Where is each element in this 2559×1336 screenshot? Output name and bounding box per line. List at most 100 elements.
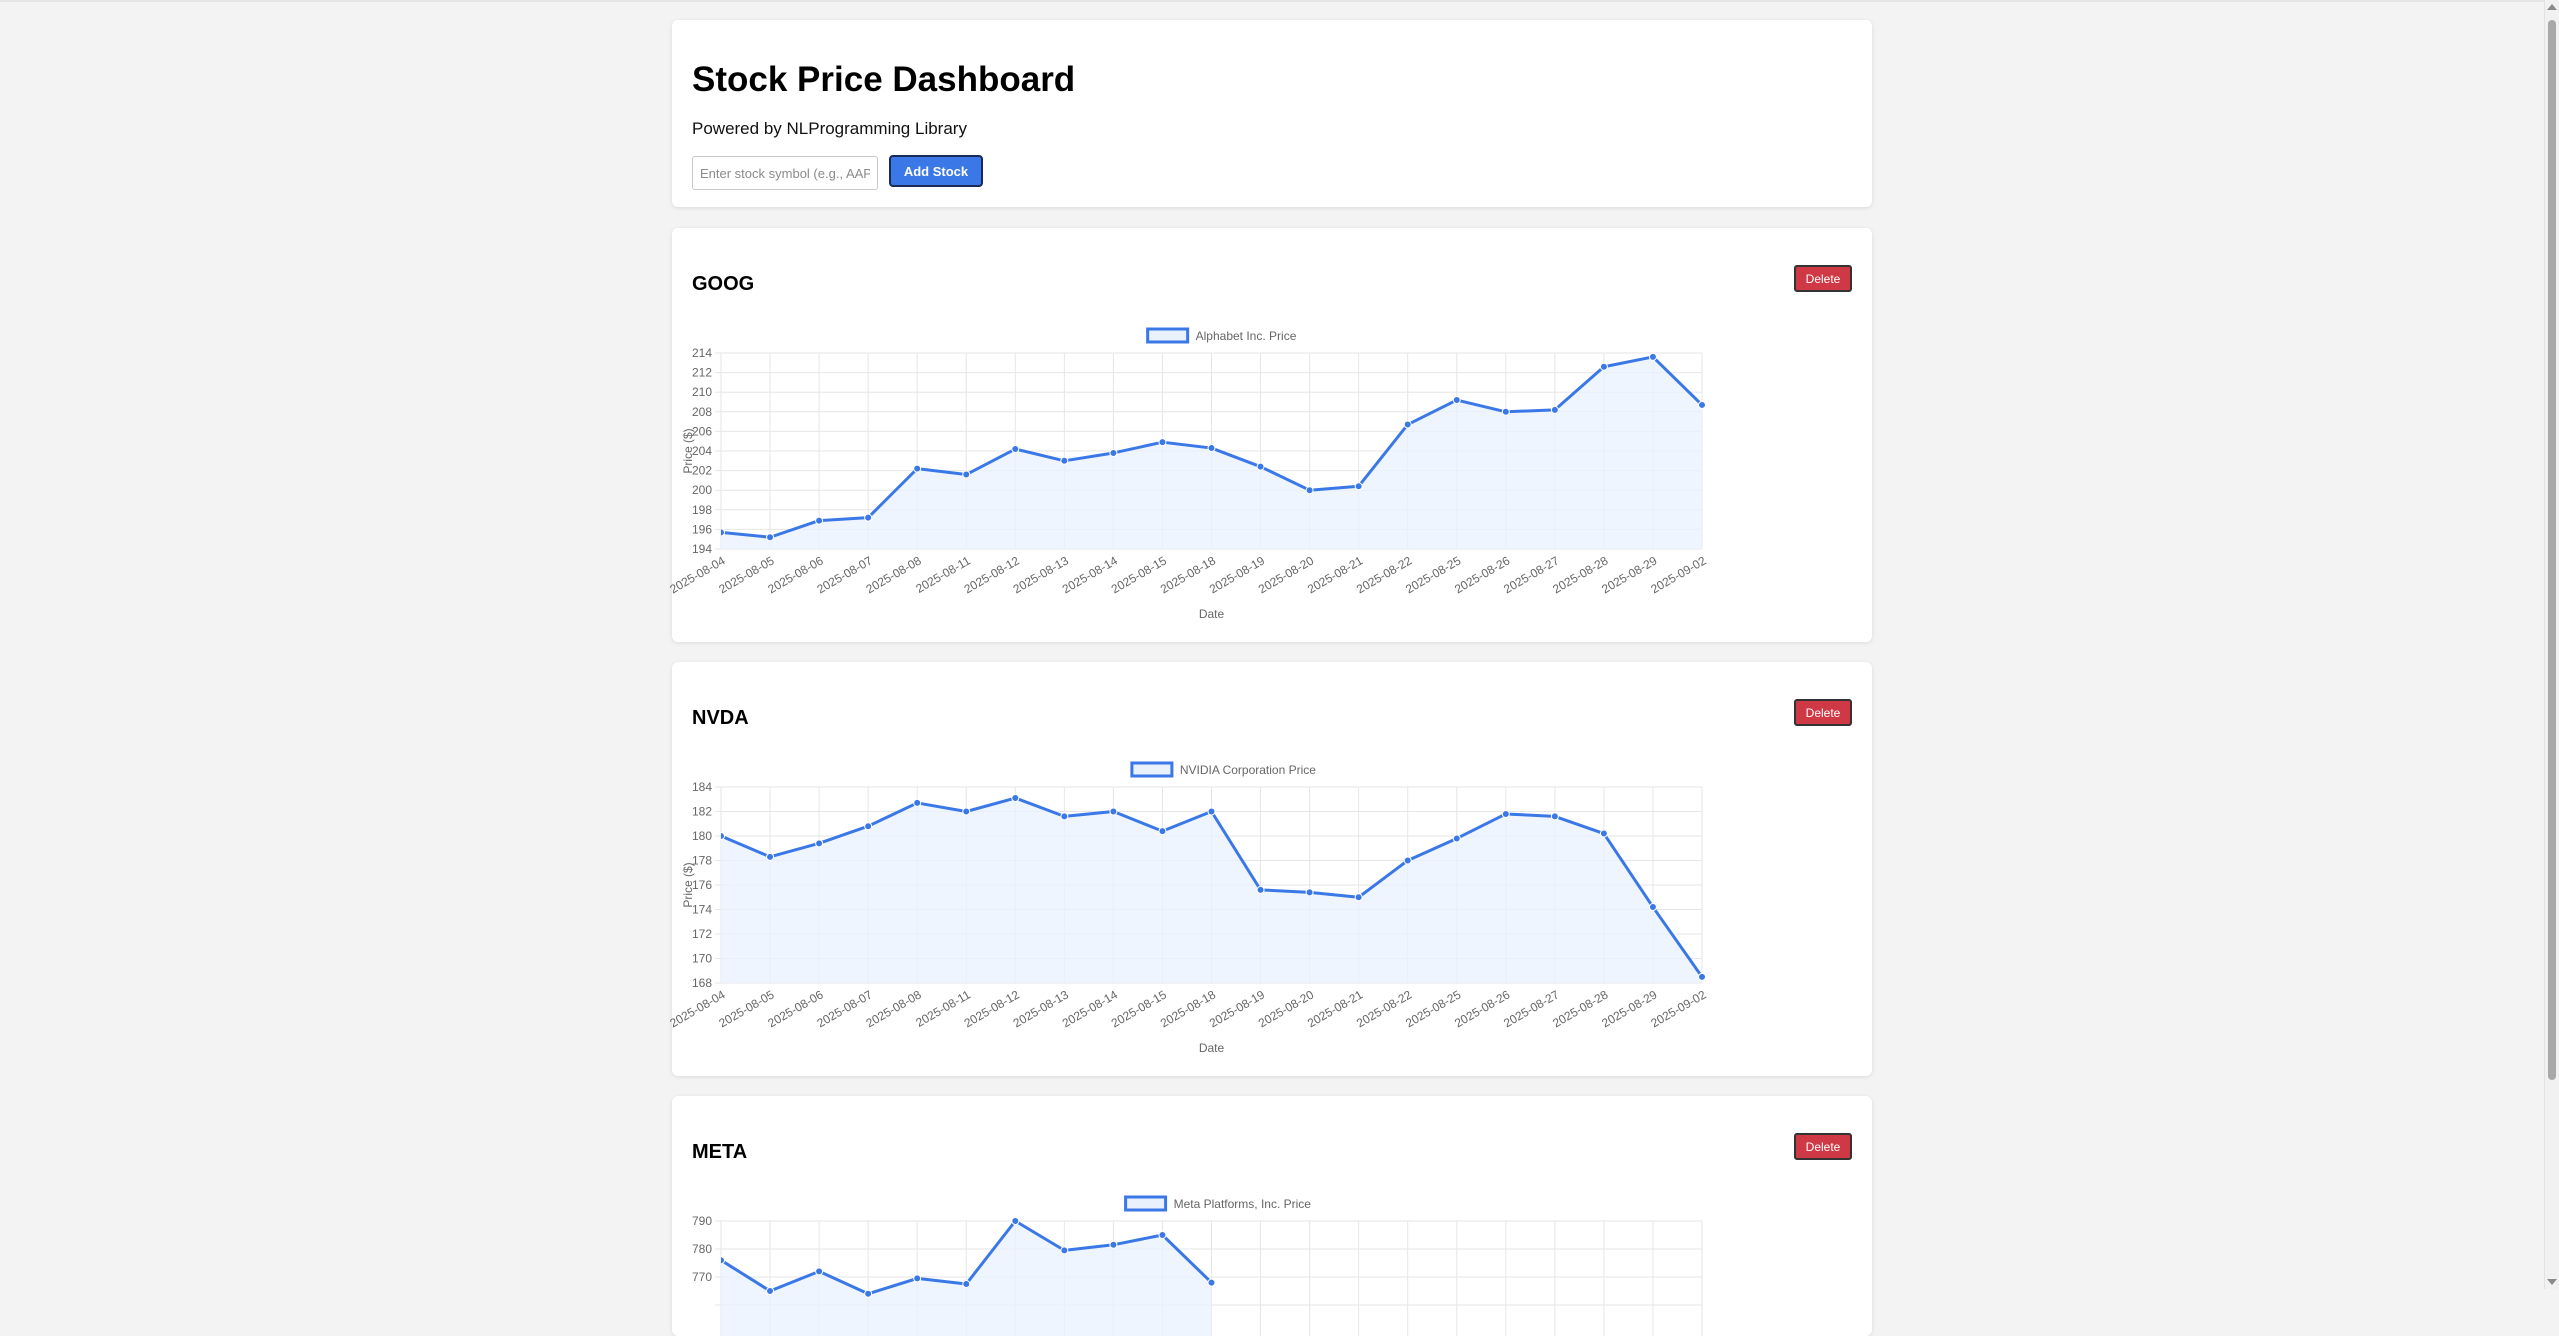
data-point bbox=[1452, 834, 1461, 843]
data-point bbox=[864, 513, 873, 522]
y-axis-title: Price ($) bbox=[681, 428, 695, 473]
header-card: Stock Price Dashboard Powered by NLProgr… bbox=[672, 20, 1872, 207]
y-tick-label: 212 bbox=[692, 366, 712, 380]
data-point bbox=[1452, 396, 1461, 405]
y-tick-label: 780 bbox=[692, 1242, 712, 1256]
data-point bbox=[1207, 1278, 1216, 1287]
x-axis-title: Date bbox=[1199, 1041, 1225, 1055]
data-point bbox=[1550, 812, 1559, 821]
vertical-scrollbar[interactable] bbox=[2544, 0, 2559, 1289]
y-tick-label: 198 bbox=[692, 503, 712, 517]
data-point bbox=[1599, 362, 1608, 371]
stock-card-nvda: NVDA Delete 184 182 180 178 176 174 172 170 168 P… bbox=[667, 662, 1872, 1076]
stock-card-goog: GOOG Delete 214 212 210 208 206 204 202 200 198 1… bbox=[667, 228, 1872, 642]
y-tick-label: 168 bbox=[692, 976, 712, 990]
data-point bbox=[1550, 405, 1559, 414]
data-point bbox=[913, 798, 922, 807]
y-tick-label: 170 bbox=[692, 952, 712, 966]
x-tick-label: 2025-09-02 bbox=[1648, 553, 1708, 596]
data-point bbox=[1158, 438, 1167, 447]
data-point bbox=[1109, 448, 1118, 457]
data-point bbox=[1354, 893, 1363, 902]
data-point bbox=[1011, 794, 1020, 803]
y-tick-label: 180 bbox=[692, 829, 712, 843]
x-tick-label: 2025-08-08 bbox=[864, 553, 924, 596]
x-tick-label: 2025-08-08 bbox=[864, 987, 924, 1030]
legend-label: Meta Platforms, Inc. Price bbox=[1174, 1197, 1312, 1211]
data-point bbox=[1354, 482, 1363, 491]
subtitle: Powered by NLProgramming Library bbox=[692, 119, 967, 138]
y-tick-label: 184 bbox=[692, 780, 712, 794]
data-point bbox=[815, 1267, 824, 1276]
data-point bbox=[1403, 420, 1412, 429]
scroll-down-arrow-icon[interactable] bbox=[2547, 1279, 2557, 1285]
stock-card-meta: META Delete 790 780 770 Meta Platforms, Inc… bbox=[672, 1096, 1872, 1336]
data-point bbox=[1403, 856, 1412, 865]
meta-price-chart: 790 780 770 Meta Platforms, Inc. Price bbox=[692, 1195, 1703, 1336]
data-point bbox=[962, 1280, 971, 1288]
legend-swatch bbox=[1130, 761, 1174, 778]
legend-label: Alphabet Inc. Price bbox=[1196, 329, 1297, 343]
stock-symbol-input[interactable] bbox=[692, 156, 878, 190]
y-tick-label: 204 bbox=[692, 444, 712, 458]
y-tick-label: 178 bbox=[692, 854, 712, 868]
data-point bbox=[1158, 827, 1167, 836]
scroll-thumb[interactable] bbox=[2548, 20, 2556, 1080]
top-border bbox=[0, 0, 2545, 2]
add-stock-button[interactable]: Add Stock bbox=[889, 155, 983, 187]
y-tick-label: 208 bbox=[692, 405, 712, 419]
data-point bbox=[1698, 972, 1706, 981]
data-point bbox=[864, 1289, 873, 1298]
y-tick-label: 206 bbox=[692, 424, 712, 438]
y-tick-label: 200 bbox=[692, 483, 712, 497]
data-point bbox=[913, 464, 922, 473]
data-point bbox=[1305, 486, 1314, 495]
data-point bbox=[1060, 1246, 1069, 1255]
page-title: Stock Price Dashboard bbox=[692, 60, 1076, 99]
data-point bbox=[1158, 1231, 1167, 1239]
data-point bbox=[1011, 1217, 1020, 1225]
data-point bbox=[962, 807, 971, 816]
data-point bbox=[721, 1256, 725, 1265]
data-point bbox=[1501, 407, 1510, 416]
data-point bbox=[1648, 903, 1657, 912]
data-point bbox=[1599, 829, 1608, 838]
x-axis-title: Date bbox=[1199, 607, 1225, 621]
data-point bbox=[1256, 462, 1265, 471]
nvda-price-chart: 184 182 180 178 176 174 172 170 168 Price ($) 2025… bbox=[667, 761, 1709, 1055]
x-tick-label: 2025-09-02 bbox=[1648, 987, 1708, 1030]
data-point bbox=[815, 516, 824, 525]
y-tick-label: 182 bbox=[692, 805, 712, 819]
data-point bbox=[864, 822, 873, 831]
data-point bbox=[1011, 445, 1020, 454]
data-point bbox=[1207, 807, 1216, 816]
data-point bbox=[962, 470, 971, 479]
y-tick-label: 172 bbox=[692, 927, 712, 941]
data-point bbox=[1648, 352, 1657, 361]
legend-label: NVIDIA Corporation Price bbox=[1180, 763, 1316, 777]
data-point bbox=[1060, 456, 1069, 465]
data-point bbox=[1305, 888, 1314, 897]
data-point bbox=[766, 533, 775, 542]
y-tick-label: 790 bbox=[692, 1214, 712, 1228]
y-tick-label: 174 bbox=[692, 903, 712, 917]
y-tick-label: 210 bbox=[692, 385, 712, 399]
data-point bbox=[913, 1274, 922, 1283]
data-point bbox=[766, 852, 775, 861]
scroll-up-arrow-icon[interactable] bbox=[2547, 4, 2557, 10]
y-axis-title: Price ($) bbox=[681, 862, 695, 907]
y-tick-label: 214 bbox=[692, 346, 712, 360]
data-point bbox=[1207, 444, 1216, 453]
y-tick-label: 176 bbox=[692, 878, 712, 892]
y-tick-label: 770 bbox=[692, 1270, 712, 1284]
data-point bbox=[1109, 1240, 1118, 1249]
y-tick-label: 202 bbox=[692, 464, 712, 478]
data-point bbox=[815, 839, 824, 848]
legend-swatch bbox=[1146, 327, 1190, 344]
y-tick-label: 196 bbox=[692, 522, 712, 536]
legend-swatch bbox=[1124, 1195, 1168, 1212]
y-tick-label: 194 bbox=[692, 542, 712, 556]
data-point bbox=[1256, 885, 1265, 894]
goog-price-chart: 214 212 210 208 206 204 202 200 198 196 194 Price (… bbox=[667, 327, 1709, 621]
data-point bbox=[1501, 809, 1510, 818]
